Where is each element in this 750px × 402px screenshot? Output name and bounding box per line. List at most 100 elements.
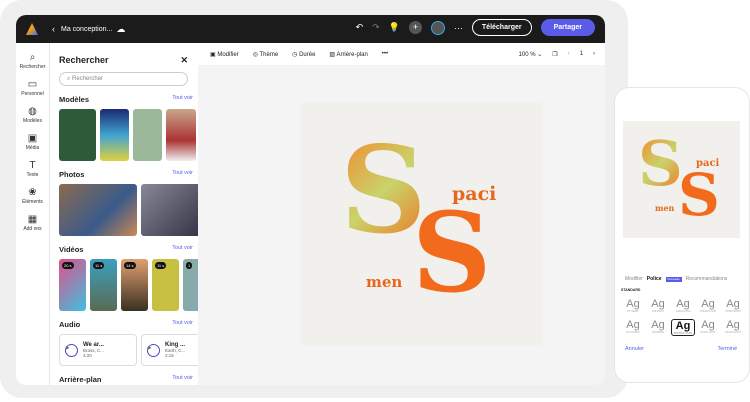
lightbulb-icon[interactable]: 💡 <box>389 22 400 33</box>
design-word-paci: paci <box>452 183 497 205</box>
font-option[interactable]: Ag VARIATIONS <box>671 298 695 313</box>
rail-label: Éléments <box>22 199 43 205</box>
design-word-paci: paci <box>696 158 720 169</box>
media-icon: ▣ <box>27 133 38 144</box>
folder-icon: ▭ <box>27 79 38 90</box>
audio-card[interactable]: ▶ King ... Earth, C... 2:15 <box>141 334 198 366</box>
see-all-link[interactable]: Tout voir <box>172 320 193 329</box>
audio-card[interactable]: ▶ We ar... Brass, C... 4:20 <box>59 334 137 366</box>
section-title: Modèles <box>59 95 90 104</box>
font-option[interactable]: Ag STORYBOOK <box>721 298 745 313</box>
video-thumb[interactable]: 14 s <box>121 259 148 311</box>
rail-personal[interactable]: ▭ Personnel <box>16 79 49 97</box>
search-placeholder: Rechercher <box>72 76 104 82</box>
share-button[interactable]: Partager <box>540 19 595 36</box>
audio-time: 2:15 <box>165 353 174 358</box>
font-option[interactable]: Ag SCRIBBLE <box>646 319 670 336</box>
video-thumb[interactable]: 11 s <box>90 259 117 311</box>
prev-page[interactable]: ‹ <box>568 51 570 58</box>
rail-label: Modèles <box>23 118 42 124</box>
rail-search[interactable]: ⌕ Rechercher <box>16 52 49 70</box>
design-letter-s: S <box>412 188 492 317</box>
template-thumb[interactable] <box>100 109 129 161</box>
tab-recommendations[interactable]: Recommandations <box>686 276 728 282</box>
done-button[interactable]: Terminé <box>717 346 737 352</box>
adobe-express-logo[interactable] <box>26 23 38 35</box>
see-all-link[interactable]: Tout voir <box>172 95 193 104</box>
avatar[interactable] <box>430 20 445 35</box>
theme-button[interactable]: ◎ Thème <box>253 51 278 58</box>
section-title: Photos <box>59 170 85 179</box>
font-name: SOURCE SANS <box>673 332 693 335</box>
video-thumb[interactable]: 20 s <box>59 259 86 311</box>
font-name: TRUE NORTH <box>724 331 742 334</box>
rail-text[interactable]: T Texte <box>16 160 49 178</box>
rail-addons[interactable]: ▦ Add ons <box>16 214 49 232</box>
rail-elements[interactable]: ❀ Éléments <box>16 187 49 205</box>
font-grid: Ag PT SERIF Ag BALDWIN Ag VARIATIONS Ag STENCIL… <box>621 298 745 336</box>
see-all-link[interactable]: Tout voir <box>172 245 193 254</box>
top-bar: ‹ Ma conception... ☁ ↶ ↷ 💡 + ··· Télécha… <box>16 15 605 43</box>
more-icon[interactable]: ··· <box>454 23 463 33</box>
design-letter-s: S <box>638 127 683 200</box>
rail-label: Média <box>25 145 40 151</box>
zoom-value: 100 % <box>518 51 536 58</box>
font-option[interactable]: Ag STENCIL STD <box>696 298 720 313</box>
photo-thumb[interactable] <box>141 184 198 236</box>
font-option[interactable]: Ag TRUE NORTH <box>721 319 745 336</box>
templates-icon: ◍ <box>28 106 37 117</box>
undo-icon[interactable]: ↶ <box>356 22 364 33</box>
pages-icon[interactable]: ❐ <box>552 51 557 58</box>
search-input[interactable]: ⌕ Rechercher <box>59 72 188 86</box>
duration-button[interactable]: ◷ Durée <box>292 51 315 58</box>
addons-icon: ▦ <box>27 214 38 225</box>
font-option[interactable]: Ag BALDWIN <box>646 298 670 313</box>
rail-media[interactable]: ▣ Média <box>16 133 49 151</box>
design-canvas[interactable]: S S paci men <box>300 103 543 345</box>
next-page[interactable]: › <box>593 51 595 58</box>
play-icon[interactable]: ▶ <box>65 343 78 357</box>
design-letter-s: S <box>678 161 720 229</box>
see-all-link[interactable]: Tout voir <box>172 375 193 384</box>
theme-label: Thème <box>259 51 279 58</box>
font-option[interactable]: Ag PT SERIF <box>621 298 645 313</box>
invite-button[interactable]: + <box>408 21 422 34</box>
zoom-select[interactable]: 100 % ⌄ <box>519 51 543 58</box>
search-panel: Rechercher ✕ ⌕ Rechercher Modèles Tout voi… <box>50 43 198 385</box>
rail-label: Add ons <box>23 226 42 232</box>
more-button[interactable]: ••• <box>382 51 388 57</box>
section-title: Audio <box>59 320 81 329</box>
video-thumb[interactable]: 11 s <box>152 259 179 311</box>
cancel-button[interactable]: Annuler <box>625 346 644 352</box>
font-name: PT SERIF <box>627 310 639 313</box>
photo-thumb[interactable] <box>59 184 137 236</box>
page-number: 1 <box>579 50 583 57</box>
font-name: STRIP LIGHT <box>700 331 716 334</box>
background-button[interactable]: ▨ Arrière-plan <box>329 51 367 58</box>
back-button[interactable]: ‹ <box>52 24 55 34</box>
font-option[interactable]: Ag QUOTABLE <box>621 319 645 336</box>
template-thumb[interactable] <box>133 109 162 161</box>
edit-label: Modifier <box>217 51 239 58</box>
template-thumb[interactable] <box>59 109 96 161</box>
design-word-men: men <box>366 273 403 291</box>
redo-icon[interactable]: ↷ <box>372 22 380 33</box>
search-icon: ⌕ <box>29 52 36 63</box>
section-title: Arrière-plan <box>59 375 102 384</box>
video-thumb[interactable]: 1 <box>183 259 198 311</box>
close-icon[interactable]: ✕ <box>180 55 188 66</box>
font-name: QUOTABLE <box>626 331 640 334</box>
tab-font[interactable]: Police <box>647 276 662 282</box>
template-thumb[interactable] <box>166 109 196 161</box>
play-icon[interactable]: ▶ <box>147 343 160 357</box>
font-option[interactable]: Ag STRIP LIGHT <box>696 319 720 336</box>
tab-edit[interactable]: Modifier <box>625 276 643 282</box>
download-button[interactable]: Télécharger <box>471 19 532 36</box>
font-option[interactable]: Ag SOURCE SANS <box>671 319 695 336</box>
document-title[interactable]: Ma conception... <box>61 26 112 33</box>
see-all-link[interactable]: Tout voir <box>172 170 193 179</box>
rail-templates[interactable]: ◍ Modèles <box>16 106 49 124</box>
duration-badge: 11 s <box>93 262 105 269</box>
design-word-men: men <box>655 203 675 213</box>
edit-button[interactable]: ▣ Modifier <box>210 51 239 58</box>
